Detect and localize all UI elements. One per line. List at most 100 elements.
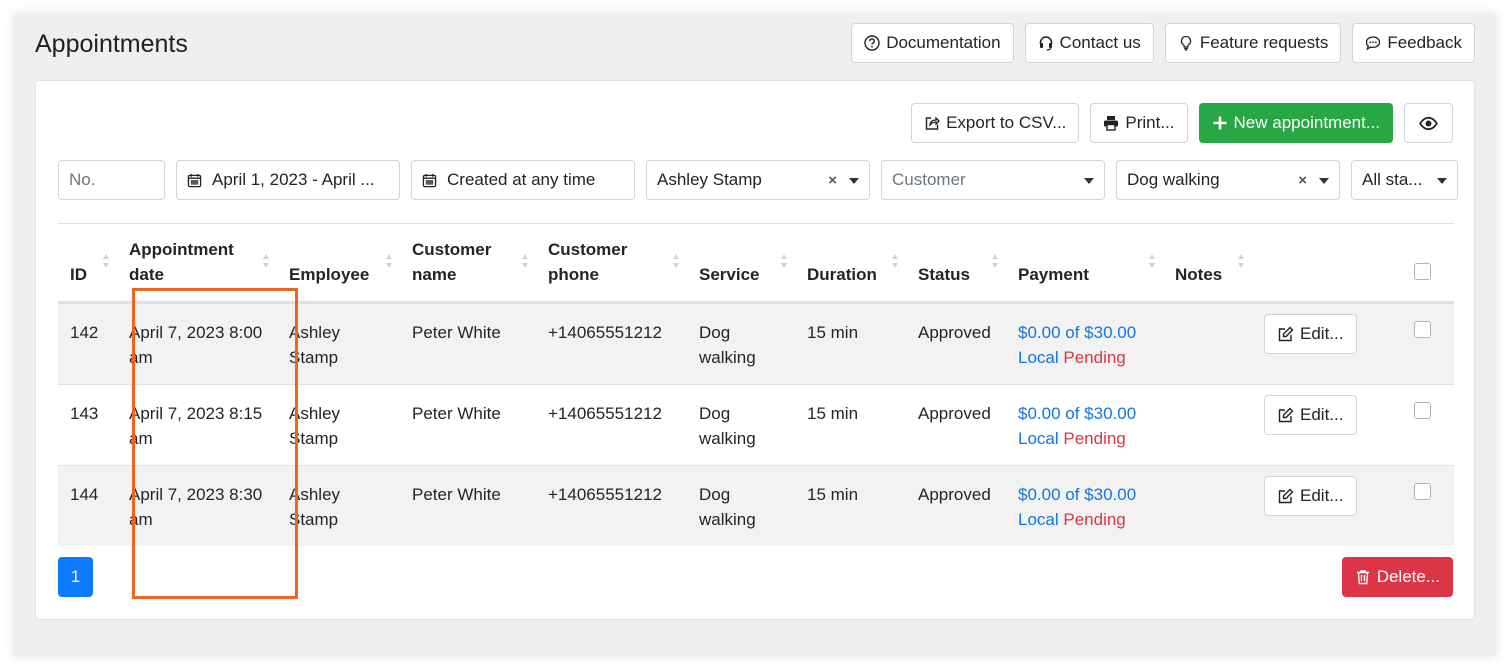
payment-amount-link[interactable]: $0.00 of $30.00 [1018,482,1151,507]
chat-bubble-icon [1366,36,1381,51]
export-csv-button[interactable]: Export to CSV... [911,103,1080,143]
toggle-columns-button[interactable] [1404,103,1453,143]
sort-icon[interactable] [892,254,900,272]
sort-icon[interactable] [386,254,394,272]
date-range-filter[interactable]: April 1, 2023 - April ... [176,160,400,200]
cell-duration: 15 min [795,464,906,546]
cell-appointment-date: April 7, 2023 8:00 am [117,301,277,384]
edit-label: Edit... [1300,323,1344,343]
header-label: Service [699,264,760,284]
pagination-page-button[interactable]: 1 [58,557,93,597]
chevron-down-icon [1084,178,1094,184]
payment-amount-link[interactable]: $0.00 of $30.00 [1018,401,1151,426]
table-row: 142 April 7, 2023 8:00 am Ashley Stamp Pete… [58,301,1454,384]
cell-payment: $0.00 of $30.00 Local Pending [1006,301,1163,384]
app-window: Appointments Documentation Contact us Fe… [14,14,1496,656]
feedback-button[interactable]: Feedback [1352,23,1475,63]
cell-service: Dog walking [687,464,795,546]
calendar-icon [422,173,437,187]
sort-icon[interactable] [673,254,681,272]
column-header-duration[interactable]: Duration [795,224,906,304]
sort-icon[interactable] [992,254,1000,272]
contact-us-button[interactable]: Contact us [1024,23,1154,63]
header-label: name [412,264,457,284]
cell-customer-name: Peter White [400,383,536,465]
column-header-appointment-date[interactable]: Appointment date [117,224,277,304]
feature-requests-button[interactable]: Feature requests [1164,23,1342,63]
column-header-status[interactable]: Status [906,224,1006,304]
headset-icon [1039,36,1052,51]
cell-duration: 15 min [795,301,906,384]
edit-button[interactable]: Edit... [1264,475,1358,516]
sort-icon[interactable] [522,254,530,272]
column-header-payment[interactable]: Payment [1006,224,1163,304]
cell-id: 143 [58,383,117,465]
cell-select [1390,383,1454,465]
delete-label: Delete... [1376,567,1440,586]
column-header-notes[interactable]: Notes [1163,224,1252,304]
row-checkbox[interactable] [1413,482,1431,500]
column-header-customer-name[interactable]: Customer name [400,224,536,304]
cell-select [1390,301,1454,384]
service-filter-select[interactable]: Dog walking × [1116,160,1340,200]
cell-status: Approved [906,464,1006,546]
edit-button[interactable]: Edit... [1264,394,1358,435]
cell-payment: $0.00 of $30.00 Local Pending [1006,383,1163,465]
table-header-row: ID Appointment date Employee Customer name… [58,224,1454,304]
sort-icon[interactable] [1149,254,1157,272]
row-checkbox[interactable] [1413,401,1431,419]
sort-icon[interactable] [781,254,789,272]
question-circle-icon [864,35,880,51]
employee-filter-select[interactable]: Ashley Stamp × [646,160,870,200]
header-label: Appointment [129,239,234,259]
created-at-filter[interactable]: Created at any time [411,160,635,200]
header-label: Employee [289,264,370,284]
page-title: Appointments [35,30,188,58]
cell-customer-name: Peter White [400,301,536,384]
edit-icon [1278,488,1294,503]
column-header-id[interactable]: ID [58,224,117,304]
sort-icon[interactable] [103,254,111,272]
column-header-select-all [1390,224,1454,304]
select-all-checkbox[interactable] [1413,262,1431,280]
cell-customer-phone: +14065551212 [536,301,687,384]
cell-notes [1163,464,1252,546]
documentation-label: Documentation [886,33,1001,52]
header-label: date [129,264,164,284]
sort-icon[interactable] [263,254,271,272]
calendar-icon [187,173,202,187]
edit-button[interactable]: Edit... [1264,313,1358,354]
payment-status: Pending [1063,347,1126,367]
cell-appointment-date: April 7, 2023 8:15 am [117,383,277,465]
customer-filter-select[interactable]: Customer [881,160,1105,200]
header-label: Customer [548,239,628,259]
share-box-icon [925,116,940,130]
number-filter-input[interactable]: No. [58,160,165,200]
column-header-customer-phone[interactable]: Customer phone [536,224,687,304]
customer-filter-placeholder: Customer [892,170,966,189]
status-filter-select[interactable]: All sta... [1351,160,1458,200]
clear-employee-icon[interactable]: × [828,172,837,189]
header-label: Status [918,264,970,284]
print-button[interactable]: Print... [1090,103,1188,143]
edit-icon [1278,326,1294,341]
new-appointment-button[interactable]: New appointment... [1198,103,1393,143]
trash-icon [1356,570,1369,585]
cell-payment: $0.00 of $30.00 Local Pending [1006,464,1163,546]
cell-status: Approved [906,383,1006,465]
cell-customer-phone: +14065551212 [536,464,687,546]
number-filter-placeholder: No. [69,170,96,189]
column-header-employee[interactable]: Employee [277,224,400,304]
cell-id: 144 [58,464,117,546]
sort-icon[interactable] [1238,254,1246,272]
payment-amount-link[interactable]: $0.00 of $30.00 [1018,320,1151,345]
cell-notes [1163,383,1252,465]
clear-service-icon[interactable]: × [1298,172,1307,189]
documentation-button[interactable]: Documentation [851,23,1014,63]
delete-button[interactable]: Delete... [1341,557,1453,597]
header-label: Payment [1018,264,1089,284]
column-header-service[interactable]: Service [687,224,795,304]
header-label: Duration [807,264,877,284]
row-checkbox[interactable] [1413,320,1431,338]
contact-us-label: Contact us [1059,33,1141,52]
